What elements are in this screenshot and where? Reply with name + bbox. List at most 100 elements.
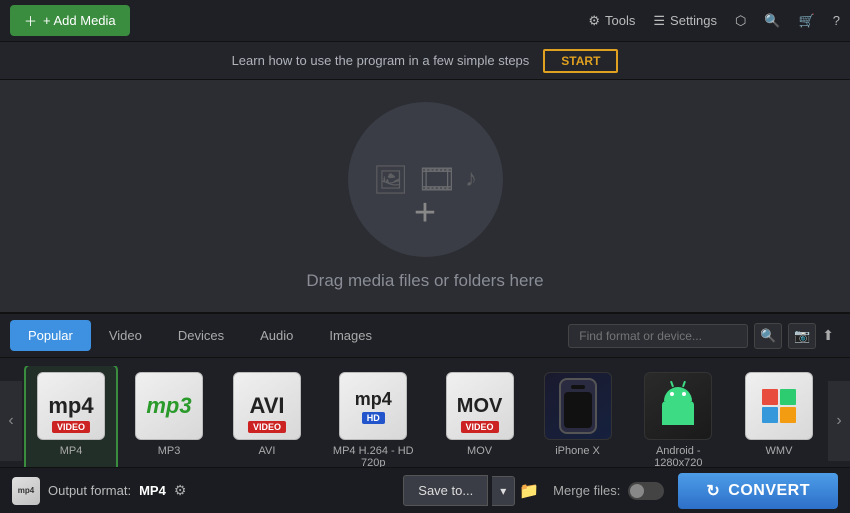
settings-menu[interactable]: ☰ Settings: [653, 13, 717, 29]
format-icon-mp3: mp3: [135, 372, 203, 440]
convert-button[interactable]: ↻ CONVERT: [678, 473, 838, 509]
mov-badge: VIDEO: [461, 421, 499, 433]
help-button[interactable]: ?: [833, 13, 840, 28]
iphone-notch: [571, 385, 585, 389]
format-label-android: Android - 1280x720: [635, 445, 722, 469]
merge-files-toggle[interactable]: [628, 482, 664, 500]
add-media-label: + Add Media: [43, 13, 116, 28]
format-icon-wmv: [745, 372, 813, 440]
format-item-mp4hd[interactable]: mp4 HD MP4 H.264 - HD 720p: [320, 366, 427, 475]
format-search-button[interactable]: 🔍: [754, 323, 782, 349]
output-format-label: Output format:: [48, 483, 131, 498]
save-to-group: Save to... ▾ 📁: [403, 475, 539, 506]
tab-video[interactable]: Video: [91, 320, 160, 351]
save-to-button[interactable]: Save to...: [403, 475, 488, 506]
win-square-yellow: [780, 407, 796, 423]
share-icon: ⬡: [735, 13, 746, 29]
scroll-right-button[interactable]: ›: [828, 381, 850, 461]
format-search-input[interactable]: [568, 324, 748, 348]
tools-label: Tools: [605, 13, 635, 28]
save-folder-button[interactable]: 📁: [519, 481, 539, 501]
format-items-row: ‹ mp4 VIDEO MP4 mp3 MP3: [0, 358, 850, 483]
mp4hd-badge: HD: [362, 412, 385, 424]
format-item-android[interactable]: Android - 1280x720: [631, 366, 726, 475]
format-item-iphone[interactable]: iPhone X: [533, 366, 623, 475]
settings-icon: ☰: [653, 13, 665, 29]
drop-circle: 🖼 🎞 ♪ +: [348, 102, 503, 257]
format-search: 🔍 📷: [568, 323, 816, 349]
add-media-button[interactable]: ＋ + Add Media: [10, 5, 130, 36]
drop-plus-icon: +: [414, 192, 436, 235]
format-icon-mov: MOV VIDEO: [446, 372, 514, 440]
search-button[interactable]: 🔍: [764, 13, 780, 29]
convert-refresh-icon: ↻: [706, 481, 720, 501]
tools-menu[interactable]: ⚙ Tools: [588, 13, 635, 29]
search-toolbar-icon: 🔍: [764, 13, 780, 29]
format-capture-button[interactable]: 📷: [788, 323, 816, 349]
format-icon-mp4hd: mp4 HD: [339, 372, 407, 440]
iphone-graphic: [559, 378, 597, 434]
start-button[interactable]: START: [543, 49, 618, 73]
format-label-mp4: MP4: [60, 445, 83, 457]
output-settings-button[interactable]: ⚙: [174, 482, 187, 499]
format-label-mp3: MP3: [158, 445, 181, 457]
win-square-green: [780, 389, 796, 405]
info-text: Learn how to use the program in a few si…: [232, 53, 530, 68]
merge-files-label: Merge files:: [553, 483, 620, 498]
format-label-wmv: WMV: [766, 445, 793, 457]
format-label-mov: MOV: [467, 445, 492, 457]
format-item-wmv[interactable]: WMV: [734, 366, 824, 475]
android-antenna-left: [670, 381, 674, 387]
format-icon-iphone: [544, 372, 612, 440]
output-format-icon-text: mp4: [18, 486, 34, 495]
format-icon-avi: AVI VIDEO: [233, 372, 301, 440]
tab-devices[interactable]: Devices: [160, 320, 242, 351]
help-icon: ?: [833, 13, 840, 28]
format-label-iphone: iPhone X: [555, 445, 600, 457]
format-items-list: mp4 VIDEO MP4 mp3 MP3 AVI VIDEO: [22, 366, 828, 475]
format-tabs: Popular Video Devices Audio Images: [10, 320, 568, 351]
music-icon: ♪: [465, 165, 477, 193]
toggle-knob: [630, 484, 644, 498]
format-item-avi[interactable]: AVI VIDEO AVI: [222, 366, 312, 475]
scroll-left-button[interactable]: ‹: [0, 381, 22, 461]
android-graphic: [662, 387, 694, 425]
win-square-blue: [762, 407, 778, 423]
format-item-mov[interactable]: MOV VIDEO MOV: [435, 366, 525, 475]
format-item-mp4[interactable]: mp4 VIDEO MP4: [26, 366, 116, 475]
tab-images[interactable]: Images: [311, 320, 390, 351]
win-square-red: [762, 389, 778, 405]
format-icon-android: [644, 372, 712, 440]
output-format-value: MP4: [139, 483, 166, 498]
format-panel: Popular Video Devices Audio Images 🔍 📷 ⬆…: [0, 312, 850, 483]
toolbar: ＋ + Add Media ⚙ Tools ☰ Settings ⬡ 🔍 🛒 ?: [0, 0, 850, 42]
android-eye-left: [670, 392, 674, 396]
tab-popular[interactable]: Popular: [10, 320, 91, 351]
mp4-badge: VIDEO: [52, 421, 90, 433]
toolbar-right: ⚙ Tools ☰ Settings ⬡ 🔍 🛒 ?: [588, 13, 840, 29]
format-label-avi: AVI: [259, 445, 276, 457]
toolbar-left: ＋ + Add Media: [10, 5, 588, 36]
drop-zone[interactable]: 🖼 🎞 ♪ + Drag media files or folders here: [0, 80, 850, 312]
avi-badge: VIDEO: [248, 421, 286, 433]
settings-label: Settings: [670, 13, 717, 28]
output-format-info: mp4 Output format: MP4 ⚙: [12, 477, 186, 505]
share-button[interactable]: ⬡: [735, 13, 746, 29]
format-icon-mp4: mp4 VIDEO: [37, 372, 105, 440]
cart-button[interactable]: 🛒: [799, 13, 815, 29]
bottom-bar: mp4 Output format: MP4 ⚙ Save to... ▾ 📁 …: [0, 467, 850, 513]
info-bar: Learn how to use the program in a few si…: [0, 42, 850, 80]
output-format-icon: mp4: [12, 477, 40, 505]
format-item-mp3[interactable]: mp3 MP3: [124, 366, 214, 475]
drop-text: Drag media files or folders here: [306, 271, 543, 291]
cart-icon: 🛒: [799, 13, 815, 29]
windows-logo: [762, 389, 796, 423]
format-label-mp4hd: MP4 H.264 - HD 720p: [324, 445, 423, 469]
android-eye-right: [682, 392, 686, 396]
save-to-dropdown-button[interactable]: ▾: [492, 476, 515, 506]
tab-audio[interactable]: Audio: [242, 320, 311, 351]
photo-icon: 🖼: [373, 163, 409, 196]
format-panel-header: Popular Video Devices Audio Images 🔍 📷 ⬆: [0, 314, 850, 358]
iphone-screen: [564, 392, 592, 428]
collapse-button[interactable]: ⬆: [816, 327, 840, 344]
